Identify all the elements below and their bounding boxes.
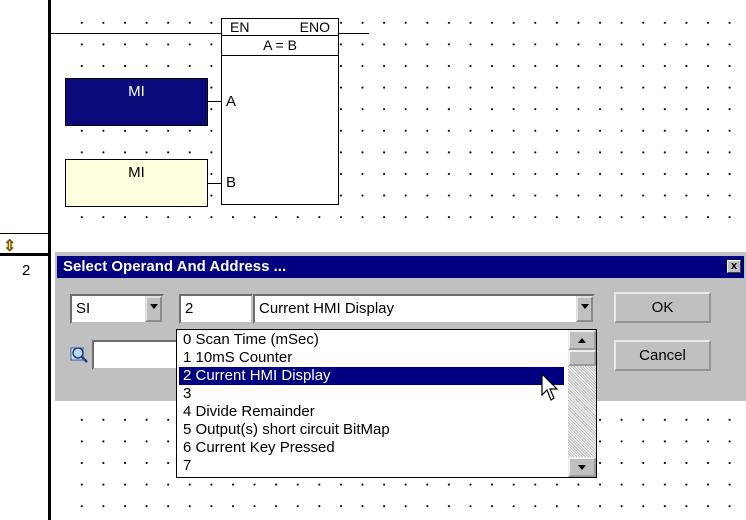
operand-type-value: SI: [76, 300, 91, 317]
rung-move-icon[interactable]: ⇕: [3, 236, 16, 256]
chevron-up-icon: [578, 338, 586, 343]
list-item[interactable]: 0 Scan Time (mSec): [179, 331, 564, 349]
input-b-label: B: [226, 174, 237, 191]
mouse-pointer-icon: [541, 372, 561, 403]
list-item[interactable]: 6 Current Key Pressed: [179, 439, 564, 457]
operand-type-combo[interactable]: SI: [70, 294, 164, 324]
search-icon[interactable]: [69, 344, 91, 364]
address-input[interactable]: 2: [179, 294, 253, 324]
rung-line-top: [51, 33, 221, 34]
rung-number: 2: [22, 262, 31, 279]
dialog-titlebar: Select Operand And Address ... x: [57, 256, 744, 278]
left-power-rail: [48, 0, 51, 520]
list-item[interactable]: 4 Divide Remainder: [179, 403, 564, 421]
cancel-button[interactable]: Cancel: [614, 340, 711, 371]
list-item[interactable]: 5 Output(s) short circuit BitMap: [179, 421, 564, 439]
address-description-value: Current HMI Display: [259, 300, 395, 317]
rung-divider-line: [0, 233, 48, 234]
ok-button[interactable]: OK: [614, 292, 711, 323]
eno-label: ENO: [299, 19, 330, 35]
chevron-down-icon[interactable]: [576, 296, 593, 322]
list-scrollbar[interactable]: [568, 330, 596, 477]
list-item-selected[interactable]: 2 Current HMI Display: [179, 367, 564, 385]
scroll-thumb[interactable]: [568, 350, 596, 366]
search-field[interactable]: [92, 340, 182, 370]
operand-a[interactable]: MI: [65, 78, 208, 126]
block-header: EN ENO: [222, 19, 338, 36]
list-item[interactable]: 3: [179, 385, 564, 403]
list-item[interactable]: 7: [179, 457, 564, 475]
address-value: 2: [185, 300, 194, 317]
rung-line-top-right: [339, 33, 369, 34]
function-label: A = B: [222, 37, 338, 56]
list-item[interactable]: 1 10mS Counter: [179, 349, 564, 367]
pin-a-line: [208, 101, 222, 102]
en-label: EN: [230, 19, 250, 35]
close-icon[interactable]: x: [727, 260, 741, 273]
dialog-title: Select Operand And Address ...: [63, 258, 287, 275]
ok-label: OK: [651, 299, 674, 316]
chevron-down-icon[interactable]: [145, 296, 162, 322]
operand-b[interactable]: MI: [65, 159, 208, 207]
compare-function-block[interactable]: EN ENO A = B: [221, 18, 339, 205]
scroll-down-button[interactable]: [568, 457, 596, 477]
pin-b-line: [208, 183, 222, 184]
cancel-label: Cancel: [639, 347, 686, 364]
input-a-label: A: [226, 93, 237, 110]
scroll-up-button[interactable]: [568, 330, 596, 350]
address-dropdown-list[interactable]: 0 Scan Time (mSec) 1 10mS Counter 2 Curr…: [176, 329, 597, 478]
address-description-combo[interactable]: Current HMI Display: [253, 294, 595, 324]
chevron-down-icon: [578, 465, 586, 470]
